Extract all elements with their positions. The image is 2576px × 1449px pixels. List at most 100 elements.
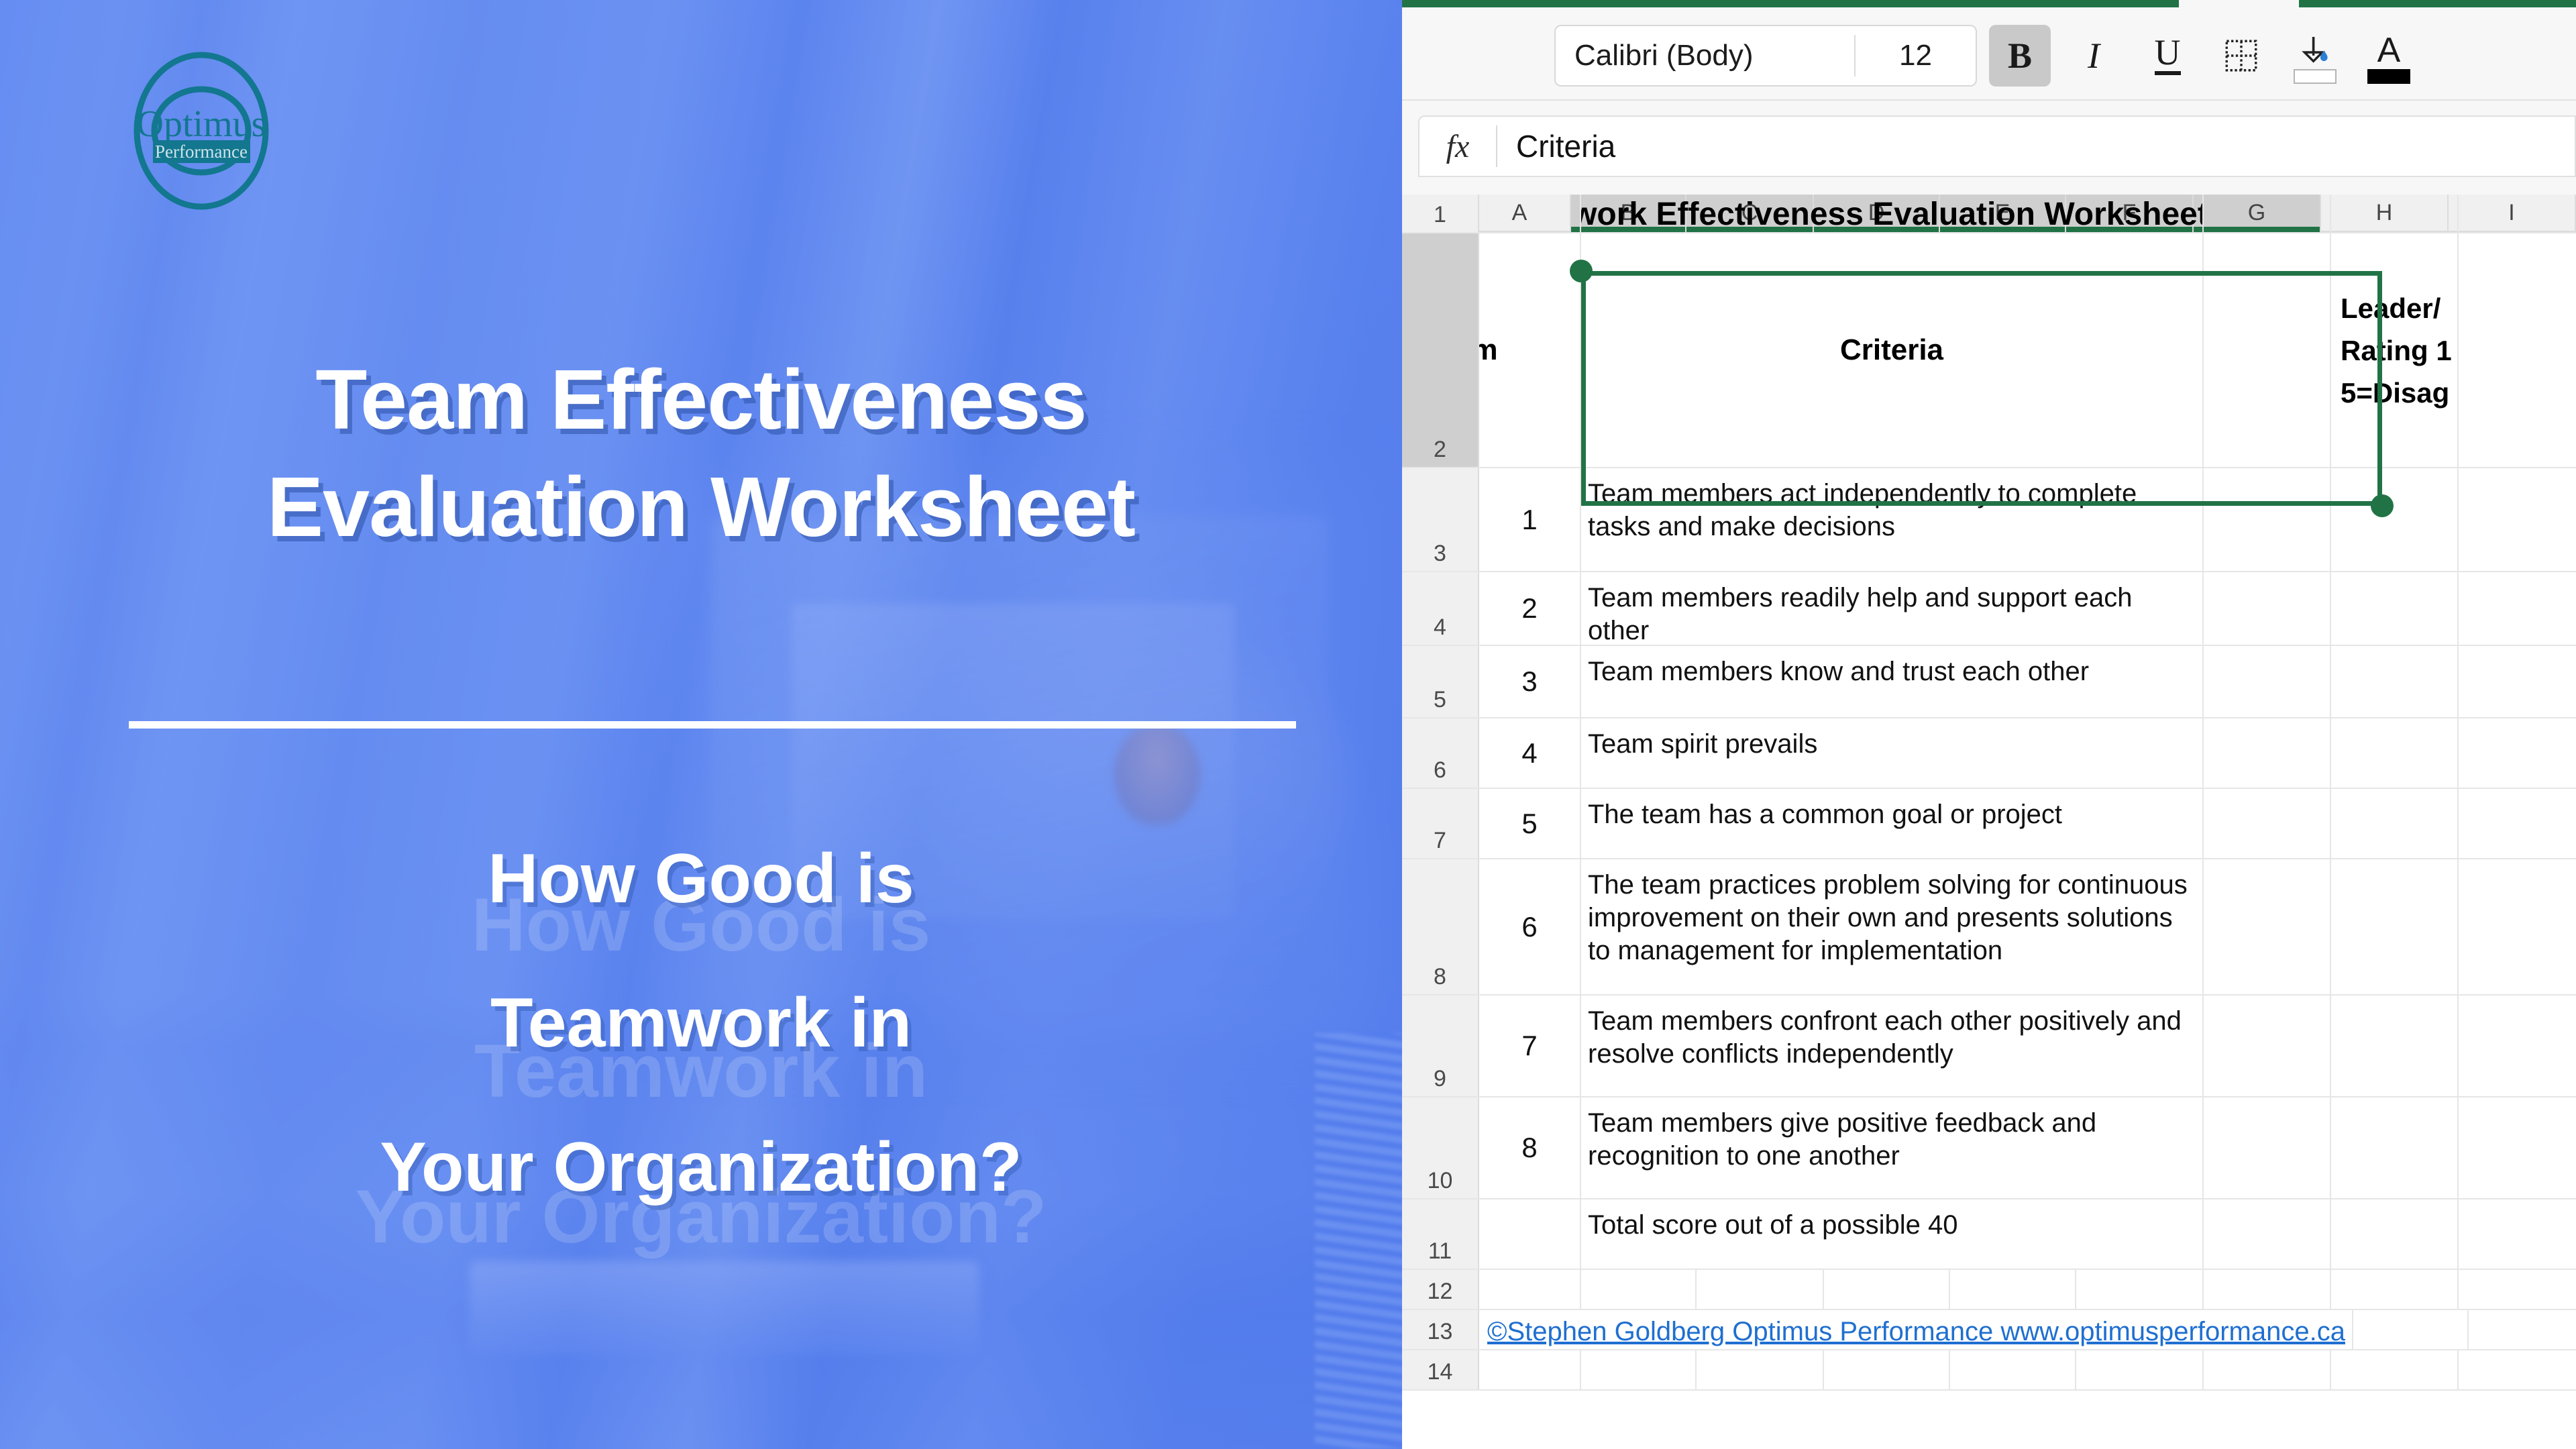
row-header-8[interactable]: 8 [1402, 859, 1479, 994]
cell-b8[interactable]: The team practices problem solving for c… [1581, 859, 2204, 994]
italic-button[interactable]: I [2063, 25, 2125, 87]
cell-a12[interactable] [1479, 1270, 1581, 1309]
cell-b7[interactable]: The team has a common goal or project [1581, 789, 2204, 858]
cell-h2[interactable] [2204, 233, 2331, 467]
cell-i5[interactable] [2331, 646, 2459, 717]
row-header-6[interactable]: 6 [1402, 718, 1479, 788]
cell-a11[interactable] [1479, 1199, 1581, 1269]
cell-h1[interactable] [2204, 195, 2331, 232]
cell-c12[interactable] [1697, 1270, 1824, 1309]
font-name-input[interactable]: Calibri (Body) [1556, 39, 1854, 72]
row-header-5[interactable]: 5 [1402, 646, 1479, 717]
cell-i2[interactable]: Leader/ Rating 1 5=Disag [2331, 233, 2459, 467]
cell-h4[interactable] [2204, 572, 2331, 645]
cell-h10[interactable] [2204, 1097, 2331, 1198]
cell-e12[interactable] [1950, 1270, 2076, 1309]
cell-f14[interactable] [2076, 1350, 2204, 1389]
cell-b2-merged-criteria[interactable]: Criteria [1581, 233, 2204, 467]
font-color-swatch[interactable] [2367, 69, 2410, 84]
cell-b3[interactable]: Team members act independently to comple… [1581, 468, 2204, 571]
cell-a13[interactable]: ©Stephen Goldberg Optimus Performance ww… [1479, 1310, 2353, 1349]
cell-a3[interactable]: 1 [1479, 468, 1581, 571]
cell-b13[interactable] [2353, 1310, 2469, 1349]
cell-i4[interactable] [2331, 572, 2459, 645]
cell-i1[interactable] [2331, 195, 2459, 232]
cell-g12[interactable] [2204, 1270, 2331, 1309]
row-header-14[interactable]: 14 [1402, 1350, 1479, 1389]
ribbon-active-tab-gap[interactable] [2179, 0, 2299, 7]
cell-h9[interactable] [2204, 996, 2331, 1096]
cell-b4[interactable]: Team members readily help and support ea… [1581, 572, 2204, 645]
cell-c13[interactable] [2469, 1310, 2576, 1349]
cell-i11[interactable] [2331, 1199, 2459, 1269]
row-header-12[interactable]: 12 [1402, 1270, 1479, 1309]
cell-i3[interactable] [2331, 468, 2459, 571]
cell-b1[interactable]: eamwork Effectiveness Evaluation Workshe… [1581, 195, 2204, 232]
font-control-group[interactable]: Calibri (Body) 12 [1554, 25, 1977, 87]
cell-i8[interactable] [2331, 859, 2459, 994]
bold-button[interactable]: B [1989, 25, 2051, 87]
cell-g14[interactable] [2204, 1350, 2331, 1389]
row-header-3[interactable]: 3 [1402, 468, 1479, 571]
cell-i7[interactable] [2331, 789, 2459, 858]
promo-divider [129, 721, 1296, 729]
cell-i6[interactable] [2331, 718, 2459, 788]
cell-d12[interactable] [1824, 1270, 1950, 1309]
cell-h14[interactable] [2331, 1350, 2459, 1389]
table-row: 6 4 Team spirit prevails [1402, 718, 2576, 789]
cell-h12[interactable] [2331, 1270, 2459, 1309]
cell-b5[interactable]: Team members know and trust each other [1581, 646, 2204, 717]
cell-a9[interactable]: 7 [1479, 996, 1581, 1096]
function-icon[interactable]: fx [1419, 128, 1496, 165]
cell-i14[interactable] [2459, 1350, 2576, 1389]
promo-title-line-1: Team Effectiveness [315, 352, 1087, 447]
cell-h11[interactable] [2204, 1199, 2331, 1269]
cell-h5[interactable] [2204, 646, 2331, 717]
font-color-icon[interactable]: A [2358, 25, 2420, 87]
cell-a2[interactable]: em [1479, 233, 1581, 467]
cell-b6[interactable]: Team spirit prevails [1581, 718, 2204, 788]
cell-b10[interactable]: Team members give positive feedback and … [1581, 1097, 2204, 1198]
row-header-4[interactable]: 4 [1402, 572, 1479, 645]
spreadsheet-grid[interactable]: A B C D E F G H I 1 eamwork Effectivenes… [1402, 195, 2576, 1449]
row-header-7[interactable]: 7 [1402, 789, 1479, 858]
formula-input[interactable]: Criteria [1497, 128, 1615, 164]
cell-h7[interactable] [2204, 789, 2331, 858]
formula-bar[interactable]: fx Criteria [1418, 115, 2576, 177]
cell-a7[interactable]: 5 [1479, 789, 1581, 858]
cell-i9[interactable] [2331, 996, 2459, 1096]
cell-b11[interactable]: Total score out of a possible 40 [1581, 1199, 2204, 1269]
row-header-2[interactable]: 2 [1402, 233, 1479, 467]
fill-color-swatch[interactable] [2294, 69, 2337, 84]
cell-d14[interactable] [1824, 1350, 1950, 1389]
cell-a8[interactable]: 6 [1479, 859, 1581, 994]
cell-a4[interactable]: 2 [1479, 572, 1581, 645]
credit-link[interactable]: ©Stephen Goldberg Optimus Performance ww… [1479, 1310, 2352, 1347]
cell-a5[interactable]: 3 [1479, 646, 1581, 717]
row-header-9[interactable]: 9 [1402, 996, 1479, 1096]
column-header-i[interactable]: I [2449, 195, 2576, 231]
fill-color-icon[interactable] [2284, 25, 2346, 87]
row-header-11[interactable]: 11 [1402, 1199, 1479, 1269]
cell-b12[interactable] [1581, 1270, 1697, 1309]
row-header-1[interactable]: 1 [1402, 195, 1479, 232]
cell-h8[interactable] [2204, 859, 2331, 994]
cell-a6[interactable]: 4 [1479, 718, 1581, 788]
cell-a10[interactable]: 8 [1479, 1097, 1581, 1198]
cell-a14[interactable] [1479, 1350, 1581, 1389]
cell-e14[interactable] [1950, 1350, 2076, 1389]
cell-b14[interactable] [1581, 1350, 1697, 1389]
cell-h3[interactable] [2204, 468, 2331, 571]
borders-icon[interactable] [2210, 25, 2272, 87]
underline-button[interactable]: U [2137, 25, 2198, 87]
row-header-10[interactable]: 10 [1402, 1097, 1479, 1198]
cell-c14[interactable] [1697, 1350, 1824, 1389]
row-header-13[interactable]: 13 [1402, 1310, 1479, 1349]
cell-i12[interactable] [2459, 1270, 2576, 1309]
cell-f12[interactable] [2076, 1270, 2204, 1309]
cell-h6[interactable] [2204, 718, 2331, 788]
cell-b9[interactable]: Team members confront each other positiv… [1581, 996, 2204, 1096]
font-size-input[interactable]: 12 [1856, 39, 1976, 72]
cell-i10[interactable] [2331, 1097, 2459, 1198]
cell-a1[interactable] [1479, 195, 1581, 232]
